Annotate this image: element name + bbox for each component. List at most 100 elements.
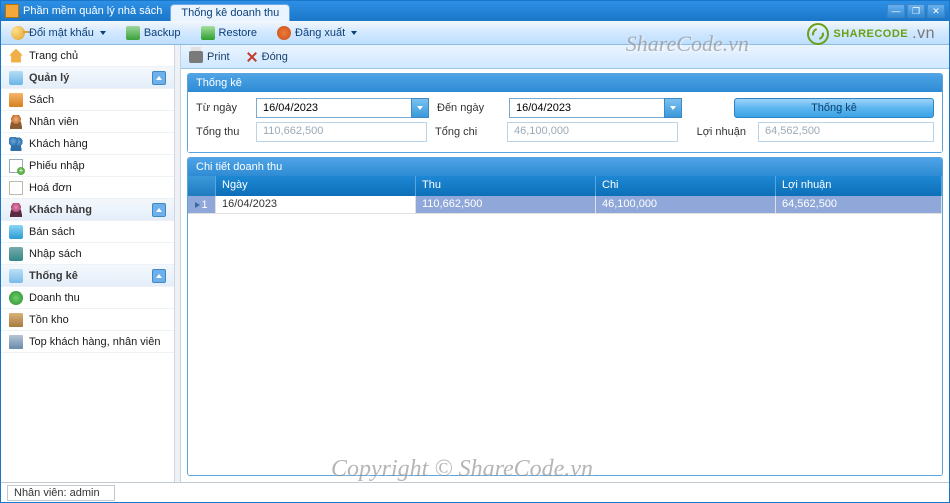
filter-panel: Thống kê Từ ngày Đến ngày [187,73,943,153]
money-icon [9,291,23,305]
sidebar-item-revenue[interactable]: Doanh thu [1,287,174,309]
title-bar: Phần mềm quản lý nhà sách Thống kê doanh… [1,1,949,21]
app-icon [5,4,19,18]
from-date-dropdown-button[interactable] [411,98,429,118]
from-date-input[interactable] [256,98,429,118]
close-icon [246,51,258,63]
close-tab-button[interactable]: Đóng [246,51,288,63]
invoice-icon [9,181,23,195]
sidebar-item-label: Phiếu nhập [29,160,85,172]
sidebar-item-books[interactable]: Sách [1,89,174,111]
sidebar-item-label: Doanh thu [29,292,80,304]
content-toolbar: Print Đóng [181,45,949,69]
window-minimize-button[interactable]: — [887,4,905,18]
total-revenue-label: Tổng thu [196,126,248,138]
to-date-dropdown-button[interactable] [664,98,682,118]
sidebar-item-top[interactable]: Top khách hàng, nhân viên [1,331,174,353]
sidebar-item-receipts[interactable]: Phiếu nhập [1,155,174,177]
backup-label: Backup [144,27,181,39]
column-header-profit[interactable]: Lợi nhuận [776,176,942,196]
grid-cell-revenue[interactable]: 110,662,500 [416,196,596,214]
window-maximize-button[interactable]: ❐ [907,4,925,18]
collapse-button[interactable] [152,71,166,85]
sidebar-item-label: Nhân viên [29,116,79,128]
run-stats-button[interactable]: Thống kê [734,98,934,118]
app-title: Phần mềm quản lý nhà sách [23,5,162,17]
sidebar-item-invoices[interactable]: Hoá đơn [1,177,174,199]
to-date-field[interactable] [509,98,664,118]
import-icon [9,247,23,261]
sidebar-item-label: Sách [29,94,54,106]
book-icon [9,93,23,107]
collapse-button[interactable] [152,269,166,283]
grid-cell-profit[interactable]: 64,562,500 [776,196,942,214]
box-icon [9,313,23,327]
grid-row-header-corner [188,176,216,196]
tab-revenue-stats[interactable]: Thống kê doanh thu [170,4,290,21]
status-bar: Nhân viên: admin [1,482,949,502]
column-header-expense[interactable]: Chi [596,176,776,196]
column-header-revenue[interactable]: Thu [416,176,596,196]
database-icon [126,26,140,40]
change-password-button[interactable]: Đổi mật khẩu [7,24,110,42]
sidebar-item-import[interactable]: Nhập sách [1,243,174,265]
from-date-label: Từ ngày [196,102,248,114]
sidebar-item-label: Top khách hàng, nhân viên [29,336,161,348]
from-date-field[interactable] [256,98,411,118]
sidebar-item-inventory[interactable]: Tồn kho [1,309,174,331]
sidebar-item-sell[interactable]: Bán sách [1,221,174,243]
restore-icon [201,26,215,40]
sidebar-item-home[interactable]: Trang chủ [1,45,174,67]
sharecode-icon [807,23,829,45]
total-revenue-value: 110,662,500 [256,122,427,142]
sell-icon [9,225,23,239]
to-date-input[interactable] [509,98,682,118]
logout-icon [277,26,291,40]
profit-label: Lợi nhuận [686,126,750,138]
print-icon [189,51,203,63]
to-date-label: Đến ngày [437,102,501,114]
window-close-button[interactable]: ✕ [927,4,945,18]
collapse-button[interactable] [152,203,166,217]
total-expense-label: Tổng chi [435,126,499,138]
close-label: Đóng [262,51,288,63]
user-icon [9,115,23,129]
logout-button[interactable]: Đăng xuất [273,24,361,42]
sidebar-group-management[interactable]: Quản lý [1,67,174,89]
users-icon [9,137,23,151]
sidebar-group-customers[interactable]: Khách hàng [1,199,174,221]
detail-grid-title: Chi tiết doanh thu [188,158,942,176]
grid-cell-date[interactable]: 16/04/2023 [216,196,416,214]
backup-button[interactable]: Backup [122,24,185,42]
sidebar-item-staff[interactable]: Nhân viên [1,111,174,133]
grid-row-indicator: 1 [188,196,216,214]
document-add-icon [9,159,23,173]
grid-cell-expense[interactable]: 46,100,000 [596,196,776,214]
profit-value: 64,562,500 [758,122,934,142]
sidebar-group-label: Thống kê [29,270,78,282]
sidebar-group-label: Khách hàng [29,204,92,216]
rank-icon [9,335,23,349]
sidebar-group-label: Quản lý [29,72,69,84]
sidebar-group-statistics[interactable]: Thống kê [1,265,174,287]
key-icon [11,26,25,40]
sharecode-watermark-logo: SHARECODE.vn [807,23,935,45]
sidebar-item-label: Hoá đơn [29,182,72,194]
logout-label: Đăng xuất [295,27,345,39]
customer-icon [9,203,23,217]
grid-header-row: Ngày Thu Chi Lợi nhuận [188,176,942,196]
document-tabs: Thống kê doanh thu [170,1,290,21]
column-header-date[interactable]: Ngày [216,176,416,196]
detail-grid-panel: Chi tiết doanh thu Ngày Thu Chi Lợi nhuậ… [187,157,943,476]
print-label: Print [207,51,230,63]
print-button[interactable]: Print [189,51,230,63]
grid-row[interactable]: 1 16/04/2023 110,662,500 46,100,000 64,5… [188,196,942,214]
restore-button[interactable]: Restore [197,24,262,42]
status-user-label: Nhân viên: admin [14,487,100,499]
revenue-grid[interactable]: Ngày Thu Chi Lợi nhuận 1 16/04/2023 110,… [188,176,942,475]
chevron-down-icon [670,106,676,110]
sidebar-item-customers[interactable]: Khách hàng [1,133,174,155]
navigation-sidebar: Trang chủ Quản lý Sách Nhân viên Khách h… [1,45,175,482]
folder-icon [9,71,23,85]
dropdown-icon [100,31,106,35]
